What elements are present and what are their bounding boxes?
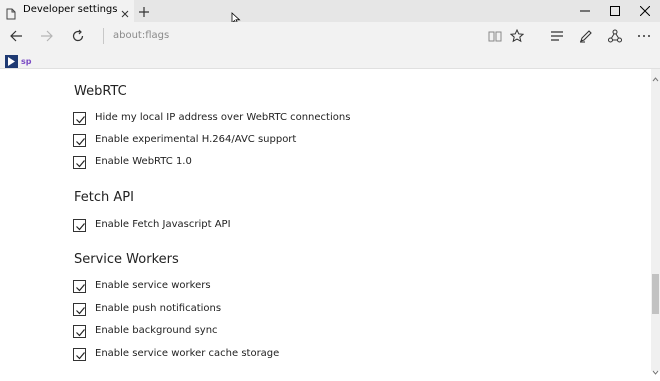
checkmark-icon xyxy=(76,138,85,146)
tab-developer-settings[interactable]: Developer settings xyxy=(0,0,134,22)
flag-label: Enable Fetch Javascript API xyxy=(95,219,231,230)
tab-title: Developer settings xyxy=(23,4,118,15)
favorite-star-icon xyxy=(510,29,524,43)
flag-label: Hide my local IP address over WebRTC con… xyxy=(95,112,351,123)
minimize-icon xyxy=(580,10,590,12)
address-input[interactable]: about:flags xyxy=(113,30,169,41)
share-button[interactable] xyxy=(601,22,629,50)
flag-label: Enable push notifications xyxy=(95,303,222,314)
sp-icon[interactable]: sp xyxy=(21,53,34,66)
checkmark-icon xyxy=(76,160,85,168)
checkmark-icon xyxy=(76,223,85,231)
page-icon xyxy=(5,5,17,20)
section-title-fetch-api: Fetch API xyxy=(74,190,134,205)
back-icon xyxy=(10,30,22,42)
close-button[interactable] xyxy=(630,0,660,22)
flag-checkbox[interactable] xyxy=(73,303,86,316)
flag-label: Enable background sync xyxy=(95,325,218,336)
svg-text:sp: sp xyxy=(21,57,32,66)
scroll-down-icon[interactable] xyxy=(651,362,660,375)
forward-icon xyxy=(41,30,53,42)
flag-label: Enable service workers xyxy=(95,280,211,291)
bookmark-icon[interactable] xyxy=(5,53,18,68)
reading-view-icon xyxy=(488,31,502,42)
minimize-button[interactable] xyxy=(570,0,600,22)
section-title-webrtc: WebRTC xyxy=(74,84,127,99)
close-icon xyxy=(640,6,650,16)
maximize-icon xyxy=(610,6,620,16)
favorite-button[interactable] xyxy=(503,22,531,50)
web-note-button[interactable] xyxy=(572,22,600,50)
navigation-bar xyxy=(0,22,660,50)
scrollbar-thumb[interactable] xyxy=(652,274,659,314)
tab-close-icon[interactable] xyxy=(119,5,131,18)
refresh-icon xyxy=(72,29,84,42)
section-title-service-workers: Service Workers xyxy=(74,252,179,267)
flags-content: WebRTC Hide my local IP address over Web… xyxy=(0,69,651,371)
web-note-icon xyxy=(580,30,592,43)
title-bar: Developer settings xyxy=(0,0,660,26)
maximize-button[interactable] xyxy=(600,0,630,22)
hub-button[interactable] xyxy=(543,22,571,50)
flag-label: Enable WebRTC 1.0 xyxy=(95,156,192,167)
flag-checkbox[interactable] xyxy=(73,325,86,338)
flag-checkbox[interactable] xyxy=(73,219,86,232)
back-button[interactable] xyxy=(2,22,30,50)
new-tab-icon[interactable] xyxy=(137,4,151,18)
checkmark-icon xyxy=(76,307,85,315)
forward-button[interactable] xyxy=(33,22,61,50)
checkmark-icon xyxy=(76,352,85,360)
favorites-bar: sp xyxy=(0,50,660,69)
flag-checkbox[interactable] xyxy=(73,280,86,293)
share-icon xyxy=(608,29,622,43)
more-button[interactable] xyxy=(630,22,658,50)
flag-label: Enable experimental H.264/AVC support xyxy=(95,134,297,145)
checkmark-icon xyxy=(76,284,85,292)
flag-checkbox[interactable] xyxy=(73,112,86,125)
checkmark-icon xyxy=(76,329,85,337)
flag-checkbox[interactable] xyxy=(73,348,86,361)
scroll-up-icon[interactable] xyxy=(651,69,660,82)
refresh-button[interactable] xyxy=(64,22,92,50)
more-icon xyxy=(638,35,650,37)
vertical-scrollbar[interactable] xyxy=(651,69,660,375)
flag-checkbox[interactable] xyxy=(73,134,86,147)
hub-icon xyxy=(551,31,563,41)
flag-checkbox[interactable] xyxy=(73,156,86,169)
flag-label: Enable service worker cache storage xyxy=(95,348,280,359)
checkmark-icon xyxy=(76,116,85,124)
address-separator xyxy=(103,28,104,44)
